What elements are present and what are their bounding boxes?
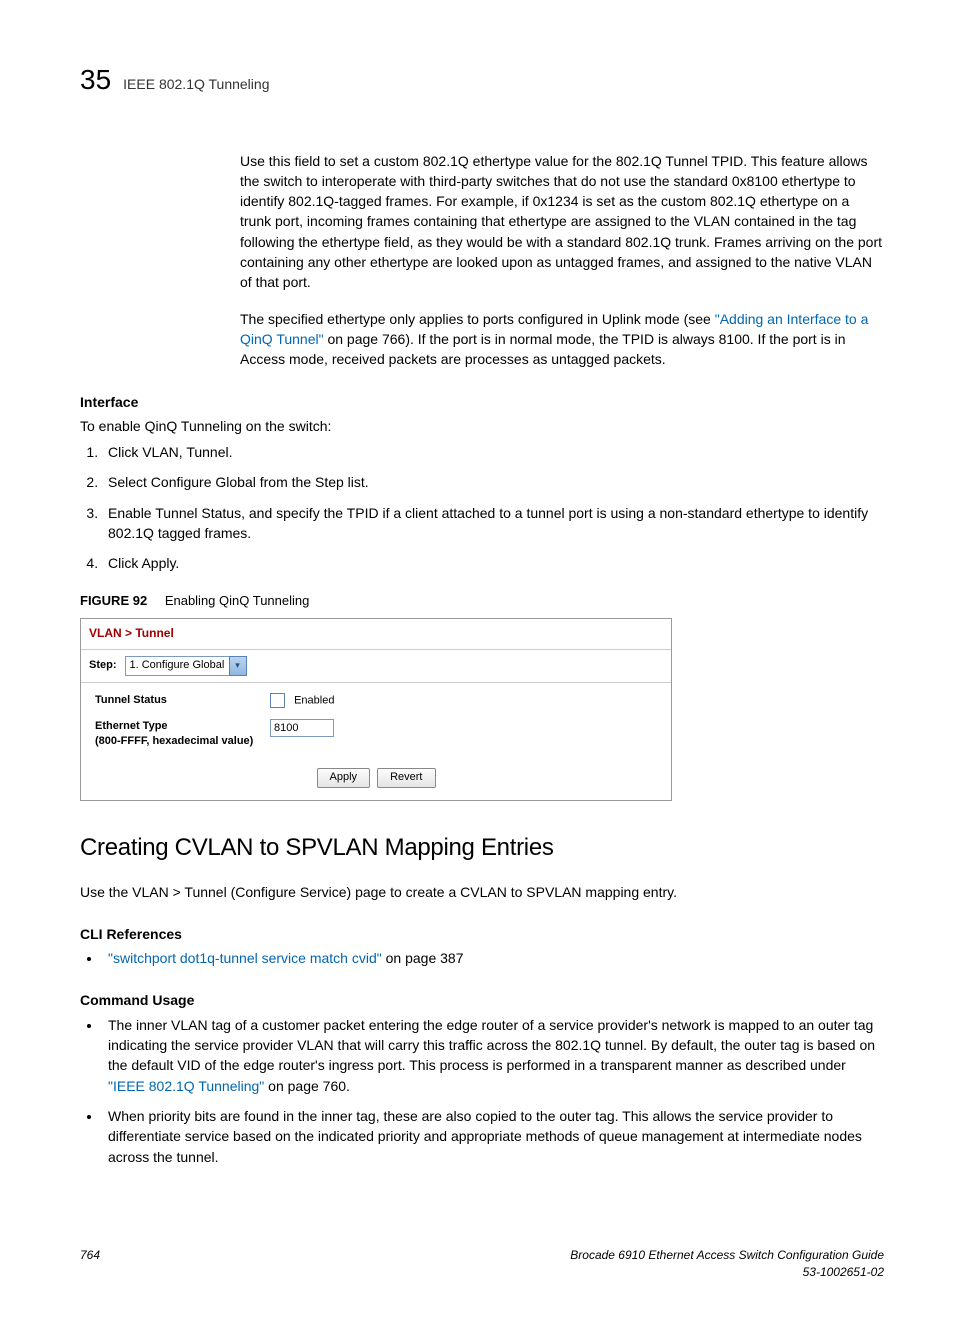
step-item: Select Configure Global from the Step li…: [102, 472, 884, 492]
step-item: Click VLAN, Tunnel.: [102, 442, 884, 462]
usage-item: The inner VLAN tag of a customer packet …: [102, 1015, 884, 1096]
text: on page 766). If the port is in normal m…: [240, 331, 845, 367]
chevron-down-icon[interactable]: ▾: [229, 656, 247, 676]
figure-caption: FIGURE 92 Enabling QinQ Tunneling: [80, 592, 884, 611]
step-select[interactable]: 1. Configure Global: [125, 656, 230, 676]
text: on page 760.: [264, 1078, 350, 1094]
interface-section: Interface To enable QinQ Tunneling on th…: [80, 392, 884, 801]
ethertype-input[interactable]: 8100: [270, 719, 334, 737]
usage-item: When priority bits are found in the inne…: [102, 1106, 884, 1167]
ethertype-label: Ethernet Type (800-FFFF, hexadecimal val…: [95, 719, 270, 748]
steps-list: Click VLAN, Tunnel. Select Configure Glo…: [80, 442, 884, 573]
step-item: Enable Tunnel Status, and specify the TP…: [102, 503, 884, 544]
doc-id: 53-1002651-02: [570, 1264, 884, 1281]
ethertype-row: Ethernet Type (800-FFFF, hexadecimal val…: [95, 719, 657, 748]
apply-button[interactable]: Apply: [317, 768, 371, 788]
paragraph: Use the VLAN > Tunnel (Configure Service…: [80, 882, 884, 902]
text: on page 387: [382, 950, 464, 966]
figure-label: FIGURE 92: [80, 593, 147, 608]
command-usage-heading: Command Usage: [80, 990, 884, 1010]
step-row: Step: 1. Configure Global ▾: [81, 650, 671, 683]
cli-references-heading: CLI References: [80, 924, 884, 944]
cli-item: "switchport dot1q-tunnel service match c…: [102, 948, 884, 968]
tunnel-status-checkbox[interactable]: [270, 693, 285, 708]
figure-vlan-tunnel: VLAN > Tunnel Step: 1. Configure Global …: [80, 618, 672, 800]
chapter-number: 35: [80, 60, 111, 101]
page-header: 35 IEEE 802.1Q Tunneling: [80, 60, 884, 101]
text: The specified ethertype only applies to …: [240, 311, 715, 327]
doc-title: Brocade 6910 Ethernet Access Switch Conf…: [570, 1247, 884, 1264]
section-title: Creating CVLAN to SPVLAN Mapping Entries: [80, 831, 884, 866]
step-item: Click Apply.: [102, 553, 884, 573]
command-usage-list: The inner VLAN tag of a customer packet …: [80, 1015, 884, 1167]
step-label: Step:: [89, 658, 117, 674]
cli-list: "switchport dot1q-tunnel service match c…: [80, 948, 884, 968]
page-footer: 764 Brocade 6910 Ethernet Access Switch …: [80, 1247, 884, 1282]
text: The inner VLAN tag of a customer packet …: [108, 1017, 875, 1074]
interface-heading: Interface: [80, 392, 884, 412]
tunnel-status-row: Tunnel Status Enabled: [95, 693, 657, 709]
figure-title: Enabling QinQ Tunneling: [165, 593, 310, 608]
link-ieee-tunneling[interactable]: "IEEE 802.1Q Tunneling": [108, 1078, 264, 1094]
revert-button[interactable]: Revert: [377, 768, 435, 788]
link-switchport[interactable]: "switchport dot1q-tunnel service match c…: [108, 950, 382, 966]
interface-intro: To enable QinQ Tunneling on the switch:: [80, 416, 884, 436]
tunnel-status-label: Tunnel Status: [95, 693, 270, 707]
page-number: 764: [80, 1247, 100, 1282]
enabled-label: Enabled: [294, 694, 334, 706]
paragraph: Use this field to set a custom 802.1Q et…: [240, 151, 884, 293]
chapter-title: IEEE 802.1Q Tunneling: [123, 74, 269, 94]
paragraph: The specified ethertype only applies to …: [240, 309, 884, 370]
breadcrumb: VLAN > Tunnel: [81, 619, 671, 649]
